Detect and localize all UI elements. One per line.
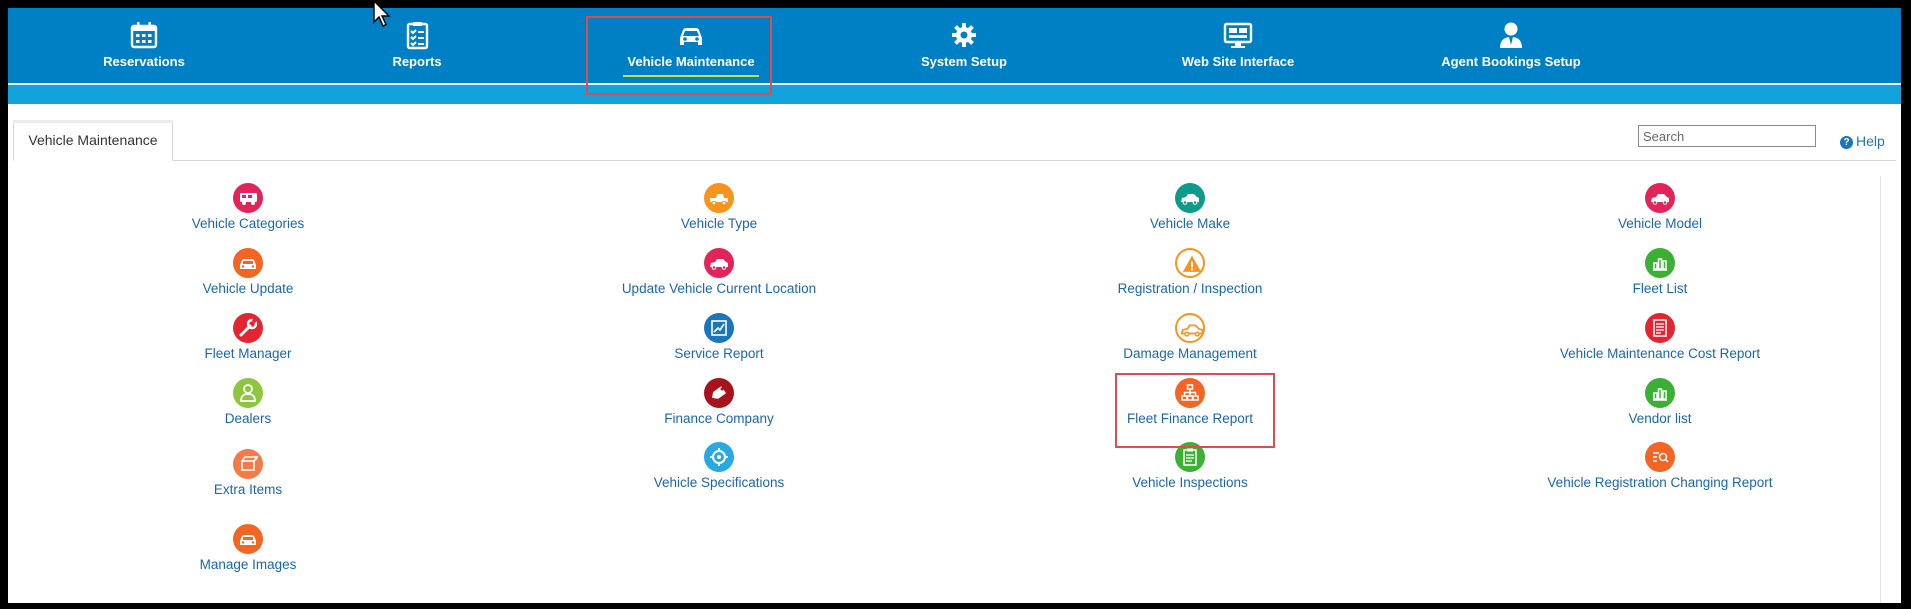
grid-item-fleet-finance-report[interactable]: Fleet Finance Report — [1040, 378, 1340, 426]
pickup-icon — [704, 183, 734, 213]
grid-item-damage-management[interactable]: Damage Management — [1040, 313, 1340, 361]
nav-item-agent-bookings-setup[interactable]: Agent Bookings Setup — [1411, 8, 1611, 83]
car-front-icon — [233, 248, 263, 278]
document-icon — [1645, 313, 1675, 343]
grid-item-label: Service Report — [674, 346, 764, 361]
grid-item-label: Fleet Finance Report — [1126, 411, 1254, 426]
cog-icon — [704, 442, 734, 472]
monitor-icon — [1223, 22, 1253, 48]
grid-item-finance-company[interactable]: Finance Company — [569, 378, 869, 426]
nav-item-reports[interactable]: Reports — [317, 8, 517, 83]
bar-chart-icon — [1645, 378, 1675, 408]
grid-item-vehicle-model[interactable]: Vehicle Model — [1510, 183, 1810, 231]
chart-icon — [704, 313, 734, 343]
grid-item-registration-inspection[interactable]: Registration / Inspection — [1040, 248, 1340, 296]
grid-item-label: Damage Management — [1123, 346, 1257, 361]
car-side-icon — [1645, 183, 1675, 213]
active-underline — [623, 75, 759, 77]
grid-item-label: Registration / Inspection — [1117, 281, 1263, 296]
car-icon — [680, 28, 702, 45]
grid-item-label: Vehicle Type — [680, 216, 758, 231]
grid-item-label: Vendor list — [1628, 411, 1692, 426]
nav-label: Reports — [392, 54, 442, 69]
help-icon: ? — [1840, 136, 1853, 149]
nav-label: System Setup — [921, 54, 1007, 69]
clipboard-icon — [1175, 442, 1205, 472]
grid-item-label: Finance Company — [664, 411, 774, 426]
car-front-icon — [233, 524, 263, 554]
org-chart-icon — [1175, 378, 1205, 408]
grid-item-manage-images[interactable]: Manage Images — [98, 524, 398, 572]
nav-item-vehicle-maintenance[interactable]: Vehicle Maintenance — [591, 8, 791, 83]
grid-item-vehicle-make[interactable]: Vehicle Make — [1040, 183, 1340, 231]
grid-item-label: Vehicle Inspections — [1132, 475, 1248, 490]
grid-item-vehicle-maintenance-cost-report[interactable]: Vehicle Maintenance Cost Report — [1510, 313, 1810, 361]
bar-chart-icon — [1645, 248, 1675, 278]
car-side-icon — [704, 248, 734, 278]
warning-icon — [1175, 248, 1205, 278]
grid-item-label: Dealers — [224, 411, 272, 426]
box-icon — [233, 449, 263, 479]
grid-item-update-vehicle-current-location[interactable]: Update Vehicle Current Location — [569, 248, 869, 296]
grid-item-fleet-list[interactable]: Fleet List — [1510, 248, 1810, 296]
nav-label: Web Site Interface — [1181, 54, 1295, 69]
app-window: Reservations Reports Vehicle Maintenance — [8, 8, 1901, 603]
agent-icon — [1500, 22, 1522, 48]
grid-item-label: Vehicle Make — [1149, 216, 1231, 231]
grid-item-vendor-list[interactable]: Vendor list — [1510, 378, 1810, 426]
rv-icon — [233, 183, 263, 213]
help-link[interactable]: ? Help — [1840, 133, 1885, 149]
tab-divider — [13, 160, 1896, 161]
grid-item-label: Vehicle Update — [202, 281, 294, 296]
grid-item-label: Vehicle Registration Changing Report — [1547, 475, 1773, 490]
grid-item-label: Vehicle Categories — [191, 216, 305, 231]
nav-item-system-setup[interactable]: System Setup — [864, 8, 1064, 83]
nav-item-reservations[interactable]: Reservations — [44, 8, 244, 83]
sub-navigation-bar — [8, 85, 1901, 104]
grid-item-label: Manage Images — [199, 557, 297, 572]
grid-item-label: Vehicle Specifications — [653, 475, 785, 490]
grid-item-service-report[interactable]: Service Report — [569, 313, 869, 361]
car-side-icon — [1175, 183, 1205, 213]
grid-item-label: Extra Items — [213, 482, 283, 497]
nav-label: Vehicle Maintenance — [627, 54, 755, 69]
grid-item-vehicle-registration-changing-report[interactable]: Vehicle Registration Changing Report — [1510, 442, 1810, 490]
grid-item-vehicle-categories[interactable]: Vehicle Categories — [98, 183, 398, 231]
grid-item-label: Fleet Manager — [204, 346, 292, 361]
grid-item-label: Fleet List — [1632, 281, 1688, 296]
grid-item-dealers[interactable]: Dealers — [98, 378, 398, 426]
grid-item-vehicle-specifications[interactable]: Vehicle Specifications — [569, 442, 869, 490]
nav-item-web-site-interface[interactable]: Web Site Interface — [1138, 8, 1338, 83]
grid-item-fleet-manager[interactable]: Fleet Manager — [98, 313, 398, 361]
grid-item-vehicle-update[interactable]: Vehicle Update — [98, 248, 398, 296]
grid-item-vehicle-type[interactable]: Vehicle Type — [569, 183, 869, 231]
scrollbar[interactable] — [1880, 176, 1901, 603]
top-navigation-bar: Reservations Reports Vehicle Maintenance — [8, 8, 1901, 83]
grid-item-label: Vehicle Maintenance Cost Report — [1559, 346, 1761, 361]
grid-item-vehicle-inspections[interactable]: Vehicle Inspections — [1040, 442, 1340, 490]
checklist-icon — [406, 22, 429, 50]
grid-item-label: Vehicle Model — [1617, 216, 1703, 231]
search-doc-icon — [1645, 442, 1675, 472]
wrench-icon — [233, 313, 263, 343]
gear-icon — [952, 23, 976, 47]
nav-label: Reservations — [103, 54, 185, 69]
grid-item-extra-items[interactable]: Extra Items — [98, 449, 398, 497]
help-label: Help — [1856, 133, 1885, 149]
grid-item-label: Update Vehicle Current Location — [621, 281, 817, 296]
tag-icon — [704, 378, 734, 408]
tab-vehicle-maintenance[interactable]: Vehicle Maintenance — [13, 120, 173, 161]
car-outline-icon — [1175, 313, 1205, 343]
user-icon — [233, 378, 263, 408]
search-input[interactable] — [1638, 125, 1816, 147]
nav-label: Agent Bookings Setup — [1441, 54, 1581, 69]
calendar-icon — [130, 22, 158, 49]
